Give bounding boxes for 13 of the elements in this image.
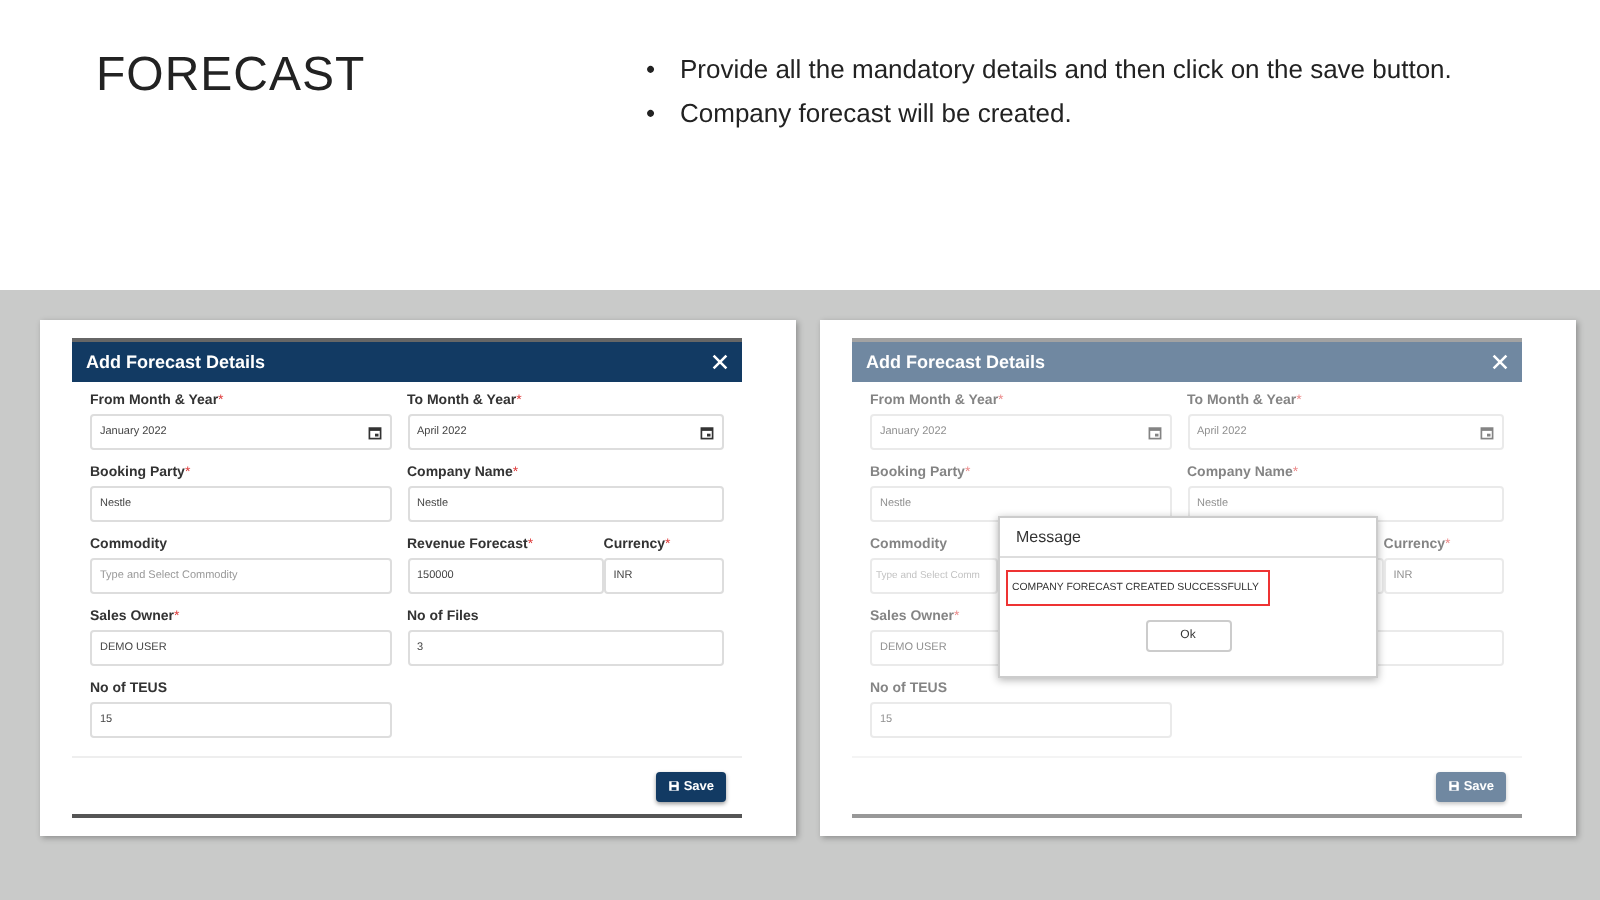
dialog-title: Add Forecast Details: [866, 352, 1046, 372]
slide-title: FORECAST: [96, 48, 368, 106]
floppy-icon: [667, 780, 680, 792]
bullet-mark: •: [646, 96, 658, 130]
calendar-icon[interactable]: [367, 425, 381, 439]
calendar-icon[interactable]: [700, 425, 714, 439]
close-icon[interactable]: [712, 354, 728, 370]
bullet-text: Provide all the mandatory details and then click on the save button.: [680, 52, 1452, 86]
floppy-icon: [1447, 780, 1460, 792]
dialog-title: Add Forecast Details: [86, 352, 266, 372]
message-title: Message: [1000, 518, 1376, 558]
bullet-mark: •: [646, 52, 658, 86]
bullet-text: Company forecast will be created.: [680, 96, 1072, 130]
